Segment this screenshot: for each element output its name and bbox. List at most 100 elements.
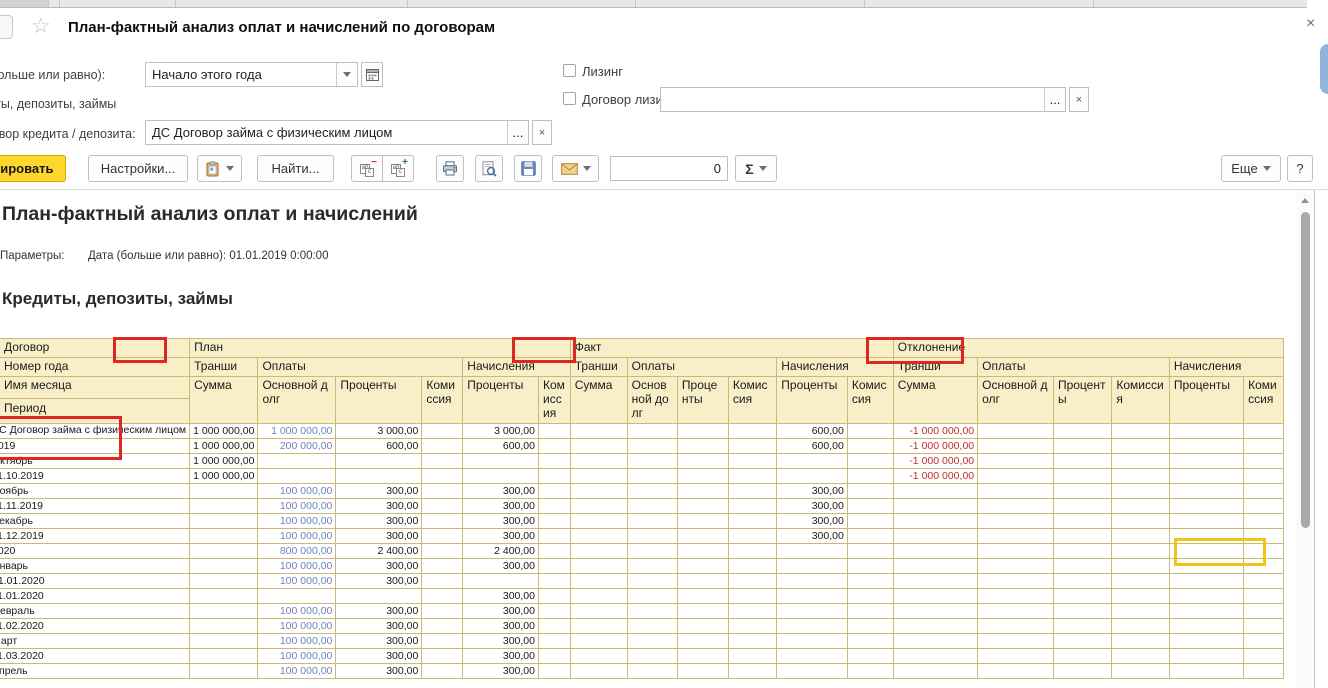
cell[interactable] xyxy=(1169,619,1243,634)
cell[interactable] xyxy=(190,664,258,679)
cell[interactable]: 600,00 xyxy=(777,424,848,439)
close-icon[interactable]: × xyxy=(1306,15,1315,33)
cell[interactable]: 3 000,00 xyxy=(463,424,539,439)
cell[interactable] xyxy=(627,634,677,649)
cell[interactable] xyxy=(258,469,336,484)
cell[interactable] xyxy=(1169,469,1243,484)
cell[interactable] xyxy=(190,589,258,604)
cell[interactable] xyxy=(570,469,627,484)
cell[interactable] xyxy=(627,559,677,574)
cell[interactable]: 300,00 xyxy=(777,484,848,499)
cell[interactable] xyxy=(1053,469,1111,484)
row-label[interactable]: Октябрь xyxy=(0,454,190,469)
cell[interactable] xyxy=(1244,469,1284,484)
cell[interactable] xyxy=(677,454,728,469)
cell[interactable] xyxy=(538,649,570,664)
cell[interactable] xyxy=(1112,634,1169,649)
counter-field[interactable]: 0 xyxy=(610,156,728,181)
cell[interactable] xyxy=(1053,559,1111,574)
cell[interactable] xyxy=(728,484,776,499)
subgroup-header-0-2[interactable]: Начисления xyxy=(463,358,570,377)
cell[interactable] xyxy=(1244,559,1284,574)
cell[interactable]: 300,00 xyxy=(777,514,848,529)
cell[interactable] xyxy=(1169,514,1243,529)
cell[interactable] xyxy=(538,484,570,499)
cell[interactable] xyxy=(677,559,728,574)
cell[interactable] xyxy=(978,514,1054,529)
cell[interactable] xyxy=(1169,499,1243,514)
cell[interactable] xyxy=(847,484,893,499)
row-label[interactable]: Январь xyxy=(0,559,190,574)
row-label[interactable]: 11.12.2019 xyxy=(0,529,190,544)
cell[interactable]: 300,00 xyxy=(336,649,422,664)
cell[interactable]: 300,00 xyxy=(336,499,422,514)
cell[interactable] xyxy=(1244,514,1284,529)
cell[interactable] xyxy=(978,529,1054,544)
cell[interactable] xyxy=(1112,454,1169,469)
cell[interactable] xyxy=(538,664,570,679)
cell[interactable] xyxy=(463,469,539,484)
cell[interactable] xyxy=(728,529,776,544)
scroll-up-arrow-icon[interactable] xyxy=(1301,198,1309,203)
cell[interactable] xyxy=(538,634,570,649)
cell[interactable] xyxy=(627,544,677,559)
collapse-groups-button[interactable]: аб с − xyxy=(351,155,383,182)
cell[interactable] xyxy=(978,439,1054,454)
cell[interactable] xyxy=(677,604,728,619)
cell[interactable] xyxy=(1112,514,1169,529)
cell[interactable] xyxy=(728,589,776,604)
cell[interactable] xyxy=(570,454,627,469)
column-header-1-1[interactable]: Основной долг xyxy=(627,377,677,424)
cell[interactable] xyxy=(1169,439,1243,454)
cell[interactable] xyxy=(1053,424,1111,439)
cell[interactable] xyxy=(847,544,893,559)
row-label[interactable]: 01.01.2020 xyxy=(0,574,190,589)
column-header-2-0[interactable]: Сумма xyxy=(893,377,977,424)
cell[interactable]: 100 000,00 xyxy=(258,619,336,634)
settings-button[interactable]: Настройки... xyxy=(88,155,188,182)
cell[interactable] xyxy=(728,634,776,649)
cell[interactable] xyxy=(627,424,677,439)
cell[interactable] xyxy=(978,589,1054,604)
cell[interactable] xyxy=(847,664,893,679)
cell[interactable] xyxy=(978,604,1054,619)
cell[interactable] xyxy=(422,559,463,574)
cell[interactable] xyxy=(978,544,1054,559)
section-header-1[interactable]: Факт xyxy=(570,339,893,358)
row-label[interactable]: 11.11.2019 xyxy=(0,499,190,514)
cell[interactable] xyxy=(1112,439,1169,454)
cell[interactable] xyxy=(627,589,677,604)
cell[interactable] xyxy=(422,649,463,664)
cell[interactable] xyxy=(1112,664,1169,679)
back-button-fragment[interactable] xyxy=(0,15,13,39)
cell[interactable] xyxy=(1169,649,1243,664)
cell[interactable] xyxy=(422,469,463,484)
cell[interactable] xyxy=(1169,559,1243,574)
cell[interactable] xyxy=(422,439,463,454)
cell[interactable] xyxy=(538,544,570,559)
cell[interactable]: 300,00 xyxy=(463,484,539,499)
cell[interactable] xyxy=(847,619,893,634)
cell[interactable] xyxy=(728,559,776,574)
cell[interactable]: 100 000,00 xyxy=(258,604,336,619)
leasing-contract-clear-button[interactable]: × xyxy=(1069,87,1089,112)
cell[interactable] xyxy=(570,664,627,679)
cell[interactable] xyxy=(847,439,893,454)
cell[interactable] xyxy=(847,604,893,619)
cell[interactable] xyxy=(190,634,258,649)
cell[interactable]: 300,00 xyxy=(463,499,539,514)
cell[interactable] xyxy=(677,424,728,439)
cell[interactable] xyxy=(570,484,627,499)
cell[interactable] xyxy=(1169,484,1243,499)
cell[interactable]: 100 000,00 xyxy=(258,484,336,499)
cell[interactable] xyxy=(538,559,570,574)
cell[interactable] xyxy=(570,424,627,439)
cell[interactable] xyxy=(1053,454,1111,469)
cell[interactable]: 300,00 xyxy=(336,484,422,499)
expand-groups-button[interactable]: аб с + xyxy=(382,155,414,182)
cell[interactable]: 300,00 xyxy=(336,574,422,589)
cell[interactable] xyxy=(1244,439,1284,454)
vertical-scrollbar[interactable] xyxy=(1296,190,1315,688)
cell[interactable] xyxy=(677,544,728,559)
row-label[interactable]: 11.02.2020 xyxy=(0,619,190,634)
